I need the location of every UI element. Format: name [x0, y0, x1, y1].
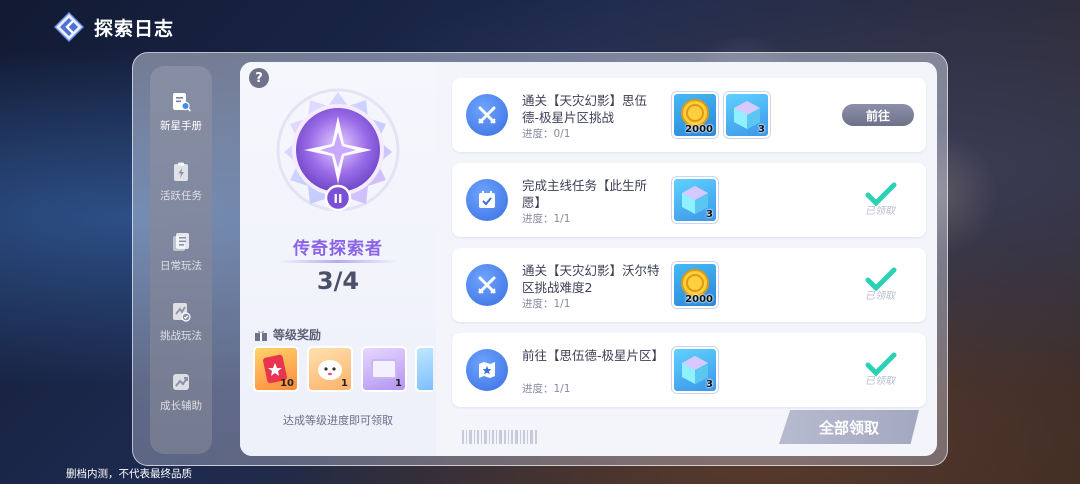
task-progress: 进度：0/1 [522, 128, 571, 140]
sidebar-item-label: 新星手册 [160, 120, 202, 132]
notebook-icon [170, 91, 192, 113]
rank-divider [278, 260, 398, 263]
help-icon[interactable]: ? [249, 68, 269, 88]
claimed-stamp-icon: 已领取 [858, 266, 902, 302]
task-title: 完成主线任务【此生所愿】 [522, 178, 648, 210]
clipboard-lightning-icon [170, 161, 192, 183]
goto-button[interactable]: 前往 [842, 104, 914, 126]
task-row: 通关【天灾幻影】沃尔特区挑战难度2 进度：1/1 2000 已领取 [452, 248, 926, 322]
task-row: 前往【思伍德-极星片区】 进度：1/1 3 已领取 [452, 333, 926, 407]
task-row: 通关【天灾幻影】思伍德-极星片区挑战 进度：0/1 2000 3 前往 [452, 78, 926, 152]
level-rewards-text: 等级奖励 [273, 328, 322, 342]
claimed-stamp-icon: 已领取 [858, 351, 902, 387]
crossed-swords-icon [466, 94, 508, 136]
map-star-icon [466, 349, 508, 391]
level-rewards-list: 10 1 1 [253, 346, 433, 394]
claimed-label: 已领取 [865, 375, 897, 387]
sidebar-item-daily-play[interactable]: 日常玩法 [150, 222, 212, 282]
page-header: 探索日志 [53, 10, 175, 44]
sidebar: 新星手册 活跃任务 日常玩法 挑战玩法 成长辅助 [150, 66, 212, 454]
sidebar-item-label: 挑战玩法 [160, 330, 202, 342]
level-rewards-hint: 达成等级进度即可领取 [283, 414, 393, 427]
task-title: 通关【天灾幻影】沃尔特区挑战难度2 [522, 263, 660, 295]
rank-panel: ? II 传奇探索者 3/4 等级奖励 10 1 1 达成等级进度即可领取 [240, 62, 436, 456]
cube-reward-icon[interactable]: 3 [724, 92, 770, 138]
task-row: 完成主线任务【此生所愿】 进度：1/1 3 已领取 [452, 163, 926, 237]
sidebar-item-challenge-play[interactable]: 挑战玩法 [150, 292, 212, 352]
sidebar-item-active-tasks[interactable]: 活跃任务 [150, 152, 212, 212]
claimed-label: 已领取 [865, 290, 897, 302]
sidebar-item-label: 活跃任务 [160, 190, 202, 202]
red-card-item-icon[interactable]: 10 [253, 346, 299, 392]
page-title: 探索日志 [94, 17, 175, 40]
cube-reward-icon[interactable]: 3 [672, 347, 718, 393]
barcode-decoration [462, 430, 537, 444]
sidebar-item-newstar-handbook[interactable]: 新星手册 [150, 82, 212, 142]
rank-title: 传奇探索者 [293, 239, 383, 259]
level-rewards-label: 等级奖励 [254, 326, 321, 343]
task-progress: 进度：1/1 [522, 213, 571, 225]
back-arrow-logo-icon[interactable] [53, 11, 85, 43]
coin-reward-icon[interactable]: 2000 [672, 262, 718, 308]
gift-icon [255, 330, 267, 341]
task-progress: 进度：1/1 [522, 298, 571, 310]
cube-reward-icon[interactable]: 3 [672, 177, 718, 223]
coin-reward-icon[interactable]: 2000 [672, 92, 718, 138]
rank-progress: 3/4 [316, 267, 360, 295]
document-stack-icon [170, 231, 192, 253]
claimed-stamp-icon: 已领取 [858, 181, 902, 217]
task-title: 通关【天灾幻影】思伍德-极星片区挑战 [522, 93, 648, 125]
task-title: 前往【思伍德-极星片区】 [522, 348, 665, 363]
challenge-badge-icon [170, 301, 192, 323]
calendar-check-icon [466, 179, 508, 221]
claimed-label: 已领取 [865, 205, 897, 217]
partial-item-icon[interactable] [415, 346, 433, 392]
frame-item-icon[interactable]: 1 [361, 346, 407, 392]
sidebar-item-label: 日常玩法 [160, 260, 202, 272]
claim-all-button[interactable]: 全部领取 [779, 410, 919, 444]
task-progress: 进度：1/1 [522, 383, 571, 395]
growth-chart-icon [170, 371, 192, 393]
rank-medal-icon: II [270, 86, 406, 222]
cloud-pet-item-icon[interactable]: 1 [307, 346, 353, 392]
crossed-swords-icon [466, 264, 508, 306]
main-card: ? II 传奇探索者 3/4 等级奖励 10 1 1 达成等级进度即可领取 通关… [240, 62, 937, 456]
sidebar-item-growth-assist[interactable]: 成长辅助 [150, 362, 212, 422]
medal-level: II [334, 192, 343, 206]
sidebar-item-label: 成长辅助 [160, 400, 202, 412]
footer-note: 删档内测，不代表最终品质 [66, 468, 192, 480]
